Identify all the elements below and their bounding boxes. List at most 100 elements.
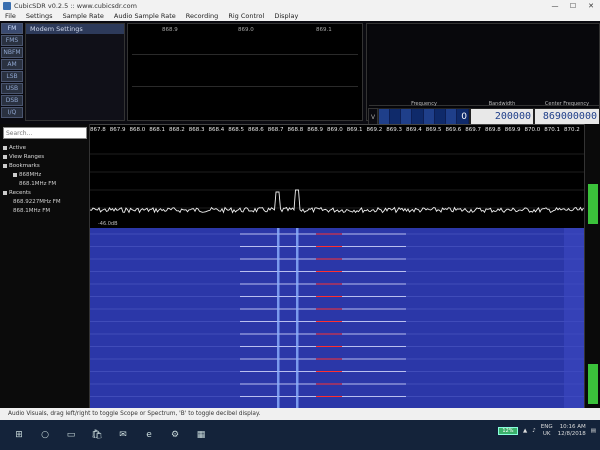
maximize-button[interactable]: ☐ [564,2,582,10]
mode-iq-button[interactable]: I/Q [1,107,23,118]
tree-node-label: Active [9,145,27,151]
tree-node-868mhz[interactable]: 868MHz [3,171,89,180]
mode-lsb-button[interactable]: LSB [1,71,23,82]
spectrum-panel[interactable]: 867.8 867.9 868.0 868.1 868.2 868.3 868.4 868.5… [90,124,584,228]
menu-file[interactable]: File [0,12,21,20]
cubicsdr-icon[interactable]: ▦ [194,428,208,442]
tree-node-recents[interactable]: Recents [3,189,89,198]
mode-nbfm-button[interactable]: NBFM [1,47,23,58]
volume-icon[interactable]: ♪ [532,428,536,434]
folder-icon [3,154,7,159]
notifications-icon[interactable]: ▤ [591,428,596,434]
menu-sample-rate[interactable]: Sample Rate [58,12,109,20]
frequency-value: 0 [456,109,469,125]
tree-node-label: View Ranges [9,154,45,160]
spectrum-trace [90,189,584,214]
spectrum-tick-label: 869.4 [406,127,422,133]
modem-settings-panel[interactable]: Modem Settings [25,23,125,121]
frequency-digit [401,109,413,125]
spectrum-tick-label: 869.3 [386,127,402,133]
language-region: UK [542,431,551,437]
tree-node-recent-item[interactable]: 868.9227MHz FM [3,198,89,207]
status-bar: Audio Visuals, drag left/right to toggle… [0,408,600,420]
spectrum-plot [90,153,584,214]
tree-node-bookmarks[interactable]: Bookmarks [3,162,89,171]
level-meter[interactable] [584,124,600,408]
frequency-axis: 867.8 867.9 868.0 868.1 868.2 868.3 868.4 868.5… [90,125,584,136]
mode-fms-button[interactable]: FMS [1,35,23,46]
frequency-digit [379,109,391,125]
store-icon[interactable]: 🛍 [90,428,104,442]
minimize-button[interactable]: — [546,2,564,10]
spectrum-tick-label: 868.6 [248,127,264,133]
app-screen: CubicSDR v0.2.5 :: www.cubicsdr.com — ☐ … [0,0,600,450]
spectrum-tick-label: 869.7 [465,127,481,133]
tree-node-label: 868MHz [19,172,42,178]
spectrum-tick-label: 869.5 [425,127,442,133]
spectrum-tick-label: 867.9 [109,127,126,133]
app-icon [3,1,11,10]
network-icon[interactable]: ▲ [523,428,527,434]
task-view-icon[interactable]: ▭ [64,428,78,442]
tree-node-view-ranges[interactable]: View Ranges [3,153,89,162]
spectrum-tick-label: 868.9 [307,127,323,133]
spectrum-tick-label: 869.0 [327,127,343,133]
waterfall-panel[interactable] [90,228,584,408]
center-frequency-value: 869000000 [535,109,599,125]
spectrum-tick-label: 869.8 [485,127,501,133]
tree-node-label: Bookmarks [9,163,40,169]
edge-icon[interactable]: e [142,428,156,442]
folder-icon [3,190,7,195]
menu-settings[interactable]: Settings [21,12,58,20]
bandwidth-label: Bandwidth [488,101,516,107]
spectrum-tick-label: 868.4 [208,127,225,133]
menu-bar: File Settings Sample Rate Audio Sample R… [0,11,600,21]
language-code: ENG [540,424,553,430]
spectrum-tick-label: 868.5 [228,127,244,133]
spectrum-tick-label: 868.3 [188,127,205,133]
clock-date: 12/8/2018 [557,431,586,437]
tree-node-label: 868.1MHz FM [19,181,57,187]
frequency-digits: 0 [379,109,469,125]
settings-icon[interactable]: ⚙ [168,428,182,442]
menu-audio-sample-rate[interactable]: Audio Sample Rate [109,12,181,20]
clock[interactable]: 10:16 AM 12/8/2018 [558,424,586,438]
frequency-digit [412,109,424,125]
menu-display[interactable]: Display [269,12,303,20]
mode-am-button[interactable]: AM [1,59,23,70]
mode-usb-button[interactable]: USB [1,83,23,94]
language-indicator[interactable]: ENG UK [541,424,553,438]
mode-dsb-button[interactable]: DSB [1,95,23,106]
spectrum-tick-label: 868.8 [287,127,304,133]
frequency-digit [423,109,435,125]
mode-fm-button[interactable]: FM [1,23,23,34]
scope-gridline [132,54,358,55]
spectrum-tick-label: 868.0 [129,127,146,133]
tree-node-active[interactable]: Active [3,144,89,153]
frequency-digit [390,109,402,125]
spectrum-tick-label: 868.7 [267,127,284,133]
mail-icon[interactable]: ✉ [116,428,130,442]
tree-node-recent-item[interactable]: 868.1MHz FM [3,207,89,216]
tree-node-bookmark-item[interactable]: 868.1MHz FM [3,180,89,189]
search-icon[interactable]: ○ [38,428,52,442]
audio-scope-panel[interactable]: 868.9 869.0 869.1 [127,23,363,121]
windows-start-icon[interactable]: ⊞ [12,428,26,442]
menu-recording[interactable]: Recording [181,12,224,20]
spectrum-tick-label: 870.1 [544,127,560,133]
menu-rig-control[interactable]: Rig Control [223,12,269,20]
bookmark-search-input[interactable] [3,127,87,139]
frequency-digit [434,109,446,125]
battery-indicator[interactable]: 12% [497,427,518,435]
close-button[interactable]: ✕ [582,2,600,10]
signal-meter [369,26,599,106]
spectrum-tick-label: 869.6 [445,127,462,133]
frequency-label: Frequency [411,101,437,107]
waterfall-plot [90,228,584,408]
waterfall-edge [564,228,584,408]
bookmark-sidebar: Active View Ranges Bookmarks 868MHz 868.… [0,124,90,408]
scope-gridline [132,86,358,87]
taskbar: ⊞ ○ ▭ 🛍 ✉ e ⚙ ▦ 12% ▲ ♪ ENG UK 10:16 AM … [0,420,600,450]
title-bar: CubicSDR v0.2.5 :: www.cubicsdr.com — ☐ … [0,0,600,11]
spectrum-tick-label: 870.2 [564,127,580,133]
